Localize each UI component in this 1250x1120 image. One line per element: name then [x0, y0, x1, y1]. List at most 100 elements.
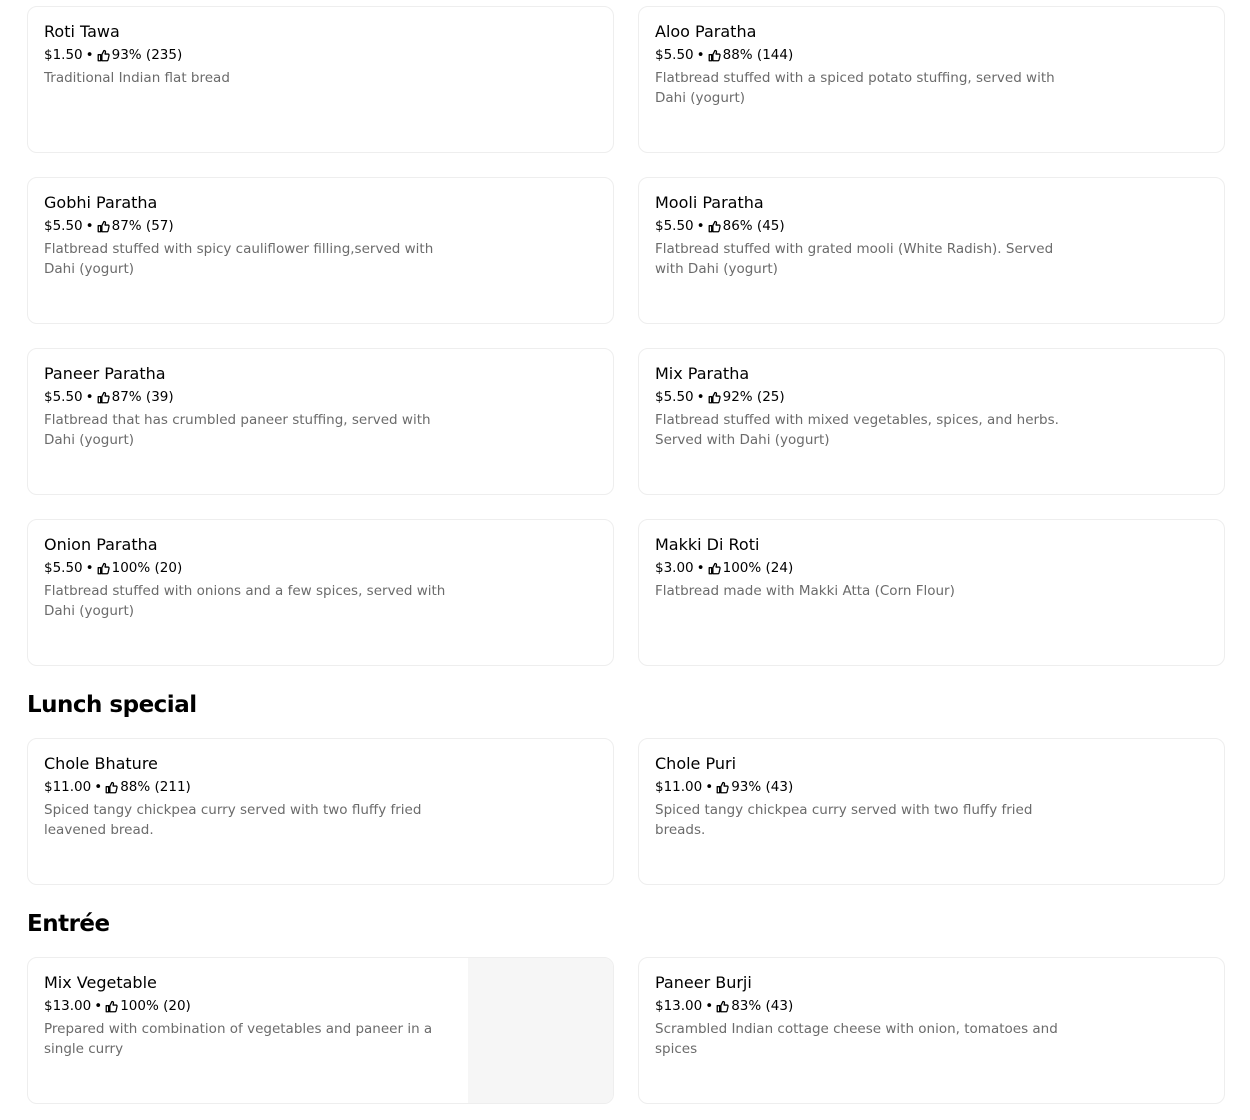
separator-dot: • [696, 47, 705, 63]
menu-item-card[interactable]: Aloo Paratha $5.50 • 88% (144) Flatbread… [638, 6, 1225, 153]
thumbs-up-icon [97, 562, 110, 575]
separator-dot: • [705, 779, 714, 795]
item-name: Gobhi Paratha [44, 193, 158, 212]
item-name: Mix Vegetable [44, 973, 157, 992]
item-price: $5.50 [655, 389, 694, 405]
thumbs-up-icon [105, 781, 118, 794]
item-description: Scrambled Indian cottage cheese with oni… [655, 1021, 1058, 1057]
item-price: $11.00 [655, 779, 703, 795]
item-meta: $5.50 • 100% (20) [44, 558, 454, 578]
item-name: Chole Bhature [44, 754, 158, 773]
item-price: $5.50 [44, 560, 83, 576]
separator-dot: • [696, 560, 705, 576]
thumbs-up-icon [708, 49, 721, 62]
item-description: Spiced tangy chickpea curry served with … [44, 802, 422, 838]
menu-page: Roti Tawa $1.50 • 93% (235) Traditional … [0, 0, 1250, 1120]
item-meta: $5.50 • 87% (39) [44, 387, 454, 407]
item-rating: 93% (235) [111, 47, 183, 63]
menu-item-card[interactable]: Makki Di Roti $3.00 • 100% (24) Flatbrea… [638, 519, 1225, 666]
menu-item-card[interactable]: Paneer Burji $13.00 • 83% (43) Scrambled… [638, 957, 1225, 1104]
item-name: Mooli Paratha [655, 193, 764, 212]
item-rating: 100% (20) [120, 998, 191, 1014]
item-name: Aloo Paratha [655, 22, 757, 41]
thumbs-up-icon [716, 1000, 729, 1013]
item-description: Flatbread that has crumbled paneer stuff… [44, 412, 431, 448]
item-rating: 100% (20) [111, 560, 183, 576]
thumbs-up-icon [97, 220, 110, 233]
item-price: $13.00 [44, 998, 92, 1014]
menu-item-card[interactable]: Mix Vegetable $13.00 • 100% (20) Prepare… [27, 957, 614, 1104]
thumbs-up-icon [716, 781, 729, 794]
menu-item-card[interactable]: Chole Puri $11.00 • 93% (43) Spiced tang… [638, 738, 1225, 885]
item-price: $11.00 [44, 779, 92, 795]
item-name: Chole Puri [655, 754, 737, 773]
separator-dot: • [85, 389, 94, 405]
item-name: Paneer Burji [655, 973, 752, 992]
item-rating: 92% (25) [722, 389, 785, 405]
item-name: Makki Di Roti [655, 535, 760, 554]
item-price: $5.50 [655, 47, 694, 63]
thumbs-up-icon [708, 562, 721, 575]
item-rating: 100% (24) [722, 560, 794, 576]
item-price: $5.50 [44, 218, 83, 234]
item-description: Flatbread stuffed with onions and a few … [44, 583, 446, 619]
menu-item-card[interactable]: Paneer Paratha $5.50 • 87% (39) Flatbrea… [27, 348, 614, 495]
separator-dot: • [94, 779, 103, 795]
separator-dot: • [85, 47, 94, 63]
item-price: $13.00 [655, 998, 703, 1014]
separator-dot: • [705, 998, 714, 1014]
item-description: Flatbread stuffed with spicy cauliflower… [44, 241, 434, 277]
item-description: Flatbread stuffed with mixed vegetables,… [655, 412, 1059, 448]
bread-items-grid: Roti Tawa $1.50 • 93% (235) Traditional … [27, 6, 1225, 666]
separator-dot: • [94, 998, 103, 1014]
item-meta: $5.50 • 92% (25) [655, 387, 1065, 407]
lunch-special-grid: Chole Bhature $11.00 • 88% (211) Spiced … [27, 738, 1225, 885]
item-meta: $5.50 • 86% (45) [655, 216, 1065, 236]
item-rating: 93% (43) [731, 779, 794, 795]
item-price: $5.50 [44, 389, 83, 405]
menu-item-card[interactable]: Roti Tawa $1.50 • 93% (235) Traditional … [27, 6, 614, 153]
thumbs-up-icon [97, 49, 110, 62]
item-image-placeholder [468, 958, 613, 1103]
thumbs-up-icon [97, 391, 110, 404]
menu-item-card[interactable]: Mooli Paratha $5.50 • 86% (45) Flatbread… [638, 177, 1225, 324]
separator-dot: • [696, 218, 705, 234]
section-title-lunch-special: Lunch special [27, 692, 197, 718]
item-rating: 87% (57) [111, 218, 174, 234]
item-meta: $5.50 • 88% (144) [655, 45, 1065, 65]
menu-item-card[interactable]: Gobhi Paratha $5.50 • 87% (57) Flatbread… [27, 177, 614, 324]
item-description: Flatbread stuffed with grated mooli (Whi… [655, 241, 1054, 277]
item-name: Roti Tawa [44, 22, 120, 41]
item-meta: $13.00 • 100% (20) [44, 996, 454, 1016]
thumbs-up-icon [105, 1000, 118, 1013]
item-price: $3.00 [655, 560, 694, 576]
item-meta: $1.50 • 93% (235) [44, 45, 454, 65]
menu-item-card[interactable]: Chole Bhature $11.00 • 88% (211) Spiced … [27, 738, 614, 885]
item-meta: $11.00 • 93% (43) [655, 777, 1065, 797]
item-description: Prepared with combination of vegetables … [44, 1021, 433, 1057]
item-rating: 86% (45) [722, 218, 785, 234]
separator-dot: • [85, 218, 94, 234]
item-rating: 83% (43) [731, 998, 794, 1014]
item-meta: $3.00 • 100% (24) [655, 558, 1065, 578]
separator-dot: • [85, 560, 94, 576]
item-meta: $11.00 • 88% (211) [44, 777, 454, 797]
separator-dot: • [696, 389, 705, 405]
entree-grid: Mix Vegetable $13.00 • 100% (20) Prepare… [27, 957, 1225, 1104]
item-description: Traditional Indian flat bread [44, 70, 230, 86]
item-price: $1.50 [44, 47, 83, 63]
item-meta: $13.00 • 83% (43) [655, 996, 1065, 1016]
item-rating: 88% (211) [120, 779, 191, 795]
item-description: Spiced tangy chickpea curry served with … [655, 802, 1033, 838]
item-rating: 87% (39) [111, 389, 174, 405]
menu-item-card[interactable]: Onion Paratha $5.50 • 100% (20) Flatbrea… [27, 519, 614, 666]
item-meta: $5.50 • 87% (57) [44, 216, 454, 236]
item-description: Flatbread stuffed with a spiced potato s… [655, 70, 1055, 106]
item-price: $5.50 [655, 218, 694, 234]
section-title-entree: Entrée [27, 911, 110, 937]
item-description: Flatbread made with Makki Atta (Corn Flo… [655, 583, 955, 599]
item-name: Mix Paratha [655, 364, 750, 383]
item-name: Paneer Paratha [44, 364, 166, 383]
menu-item-card[interactable]: Mix Paratha $5.50 • 92% (25) Flatbread s… [638, 348, 1225, 495]
thumbs-up-icon [708, 391, 721, 404]
